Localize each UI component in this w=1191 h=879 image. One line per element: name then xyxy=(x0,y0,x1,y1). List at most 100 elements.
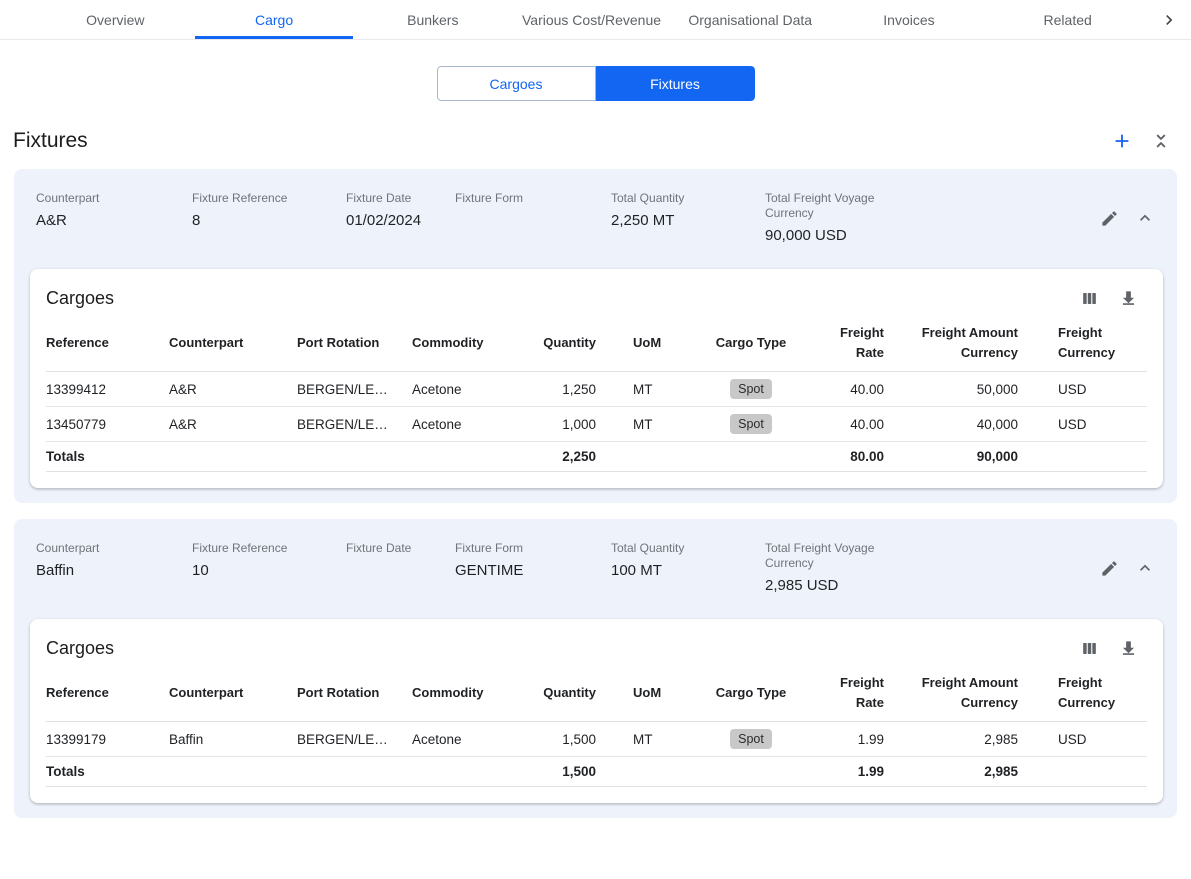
cargo-row[interactable]: 13450779 A&R BERGEN/LEV… Acetone 1,000 M… xyxy=(46,407,1147,442)
column-settings-button[interactable] xyxy=(1080,289,1099,308)
col-uom: UoM xyxy=(604,665,696,722)
collapse-fixture-button[interactable] xyxy=(1135,558,1155,578)
col-freight-amount-currency: Freight Amount Currency xyxy=(892,665,1026,722)
cell-cargo-type: Spot xyxy=(696,407,806,442)
cell-uom: MT xyxy=(604,722,696,757)
cell-quantity: 1,250 xyxy=(520,372,604,407)
field-total-freight-voyage-currency: Total Freight Voyage Currency 2,985 USD xyxy=(765,541,935,595)
tab-cargo[interactable]: Cargo xyxy=(195,0,354,39)
cell-freight-rate: 40.00 xyxy=(806,372,892,407)
col-quantity: Quantity xyxy=(520,315,604,372)
tab-related[interactable]: Related xyxy=(988,0,1147,39)
add-fixture-button[interactable] xyxy=(1111,130,1133,152)
cargo-type-badge: Spot xyxy=(730,729,772,749)
cell-counterpart: A&R xyxy=(161,407,289,442)
totals-freight-rate: 1.99 xyxy=(806,757,892,787)
field-fixture-date: Fixture Date 01/02/2024 xyxy=(346,191,455,245)
cell-freight-amount: 2,985 xyxy=(892,722,1026,757)
cargo-row[interactable]: 13399412 A&R BERGEN/LEV… Acetone 1,250 M… xyxy=(46,372,1147,407)
pencil-icon xyxy=(1100,209,1119,228)
col-reference: Reference xyxy=(46,315,161,372)
cell-counterpart: Baffin xyxy=(161,722,289,757)
page-title: Fixtures xyxy=(13,129,88,153)
plus-icon xyxy=(1111,130,1133,152)
cell-cargo-type: Spot xyxy=(696,372,806,407)
tab-invoices[interactable]: Invoices xyxy=(830,0,989,39)
cell-cargo-type: Spot xyxy=(696,722,806,757)
fixture-card: Counterpart A&R Fixture Reference 8 Fixt… xyxy=(14,169,1177,503)
field-fixture-form: Fixture Form xyxy=(455,191,611,245)
table-header-row: Reference Counterpart Port Rotation Comm… xyxy=(46,315,1147,372)
cargoes-card: Cargoes Refe xyxy=(30,619,1163,803)
cell-port-rotation: BERGEN/LEV… xyxy=(289,407,404,442)
download-button[interactable] xyxy=(1119,289,1138,308)
toggle-cargoes-button[interactable]: Cargoes xyxy=(437,66,596,101)
col-freight-currency: Freight Currency xyxy=(1026,315,1147,372)
download-icon xyxy=(1119,639,1138,658)
totals-freight-rate: 80.00 xyxy=(806,442,892,472)
totals-label: Totals xyxy=(46,442,161,472)
field-counterpart: Counterpart A&R xyxy=(36,191,192,245)
cell-reference: 13450779 xyxy=(46,407,161,442)
download-icon xyxy=(1119,289,1138,308)
col-freight-currency: Freight Currency xyxy=(1026,665,1147,722)
col-counterpart: Counterpart xyxy=(161,665,289,722)
field-fixture-reference: Fixture Reference 8 xyxy=(192,191,346,245)
totals-row: Totals 1,500 1.99 2,985 xyxy=(46,757,1147,787)
edit-fixture-button[interactable] xyxy=(1100,209,1119,228)
totals-label: Totals xyxy=(46,757,161,787)
totals-row: Totals 2,250 80.00 90,000 xyxy=(46,442,1147,472)
col-port-rotation: Port Rotation xyxy=(289,315,404,372)
tab-bunkers[interactable]: Bunkers xyxy=(353,0,512,39)
cargo-type-badge: Spot xyxy=(730,414,772,434)
col-commodity: Commodity xyxy=(404,315,520,372)
pencil-icon xyxy=(1100,559,1119,578)
nav-scroll-right-button[interactable] xyxy=(1147,0,1191,39)
cell-counterpart: A&R xyxy=(161,372,289,407)
totals-quantity: 2,250 xyxy=(520,442,604,472)
field-total-quantity: Total Quantity 100 MT xyxy=(611,541,765,595)
col-uom: UoM xyxy=(604,315,696,372)
tab-various-cost-revenue[interactable]: Various Cost/Revenue xyxy=(512,0,671,39)
collapse-all-button[interactable] xyxy=(1151,131,1171,151)
col-cargo-type: Cargo Type xyxy=(696,665,806,722)
edit-fixture-button[interactable] xyxy=(1100,559,1119,578)
cell-reference: 13399179 xyxy=(46,722,161,757)
cell-freight-amount: 40,000 xyxy=(892,407,1026,442)
tab-overview[interactable]: Overview xyxy=(36,0,195,39)
fixture-header: Counterpart A&R Fixture Reference 8 Fixt… xyxy=(30,191,1163,245)
download-button[interactable] xyxy=(1119,639,1138,658)
field-fixture-form: Fixture Form GENTIME xyxy=(455,541,611,595)
field-fixture-date: Fixture Date xyxy=(346,541,455,595)
toggle-fixtures-button[interactable]: Fixtures xyxy=(596,66,755,101)
field-fixture-reference: Fixture Reference 10 xyxy=(192,541,346,595)
cell-commodity: Acetone xyxy=(404,372,520,407)
cargoes-table: Reference Counterpart Port Rotation Comm… xyxy=(46,665,1147,787)
cell-freight-amount: 50,000 xyxy=(892,372,1026,407)
page-header: Fixtures xyxy=(0,101,1191,153)
cargoes-title: Cargoes xyxy=(46,288,114,309)
cell-reference: 13399412 xyxy=(46,372,161,407)
cell-uom: MT xyxy=(604,407,696,442)
cargo-type-badge: Spot xyxy=(730,379,772,399)
table-header-row: Reference Counterpart Port Rotation Comm… xyxy=(46,665,1147,722)
collapse-fixture-button[interactable] xyxy=(1135,208,1155,228)
chevron-up-icon xyxy=(1135,208,1155,228)
totals-quantity: 1,500 xyxy=(520,757,604,787)
unfold-less-icon xyxy=(1151,131,1171,151)
top-nav: Overview Cargo Bunkers Various Cost/Reve… xyxy=(0,0,1191,40)
tab-organisational-data[interactable]: Organisational Data xyxy=(671,0,830,39)
view-toggle: Cargoes Fixtures xyxy=(0,66,1191,101)
column-settings-button[interactable] xyxy=(1080,639,1099,658)
cell-uom: MT xyxy=(604,372,696,407)
cell-port-rotation: BERGEN/LEV… xyxy=(289,722,404,757)
col-port-rotation: Port Rotation xyxy=(289,665,404,722)
cargo-row[interactable]: 13399179 Baffin BERGEN/LEV… Acetone 1,50… xyxy=(46,722,1147,757)
col-quantity: Quantity xyxy=(520,665,604,722)
cell-freight-currency: USD xyxy=(1026,372,1147,407)
fixture-header: Counterpart Baffin Fixture Reference 10 … xyxy=(30,541,1163,595)
col-commodity: Commodity xyxy=(404,665,520,722)
cell-freight-currency: USD xyxy=(1026,722,1147,757)
field-total-freight-voyage-currency: Total Freight Voyage Currency 90,000 USD xyxy=(765,191,935,245)
cargoes-table: Reference Counterpart Port Rotation Comm… xyxy=(46,315,1147,472)
